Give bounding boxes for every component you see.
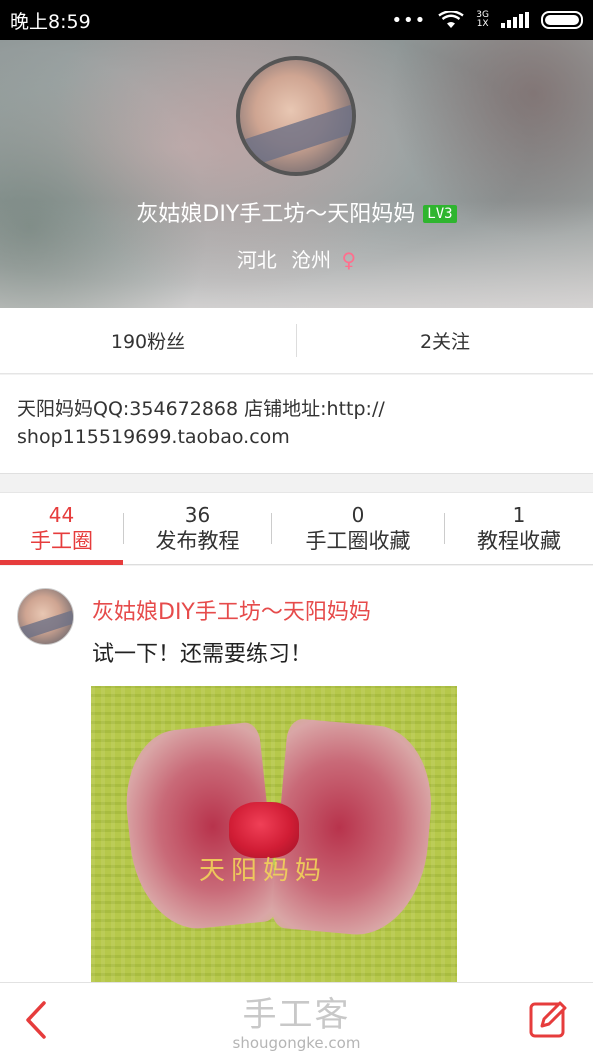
status-bar: 晚上8:59 ••• 3G 1X: [0, 0, 593, 40]
tab-label: 手工圈收藏: [305, 528, 411, 553]
profile-name: 灰姑娘DIY手工坊～天阳妈妈: [136, 202, 416, 227]
post-item[interactable]: 灰姑娘DIY手工坊～天阳妈妈 试一下！还需要练习！ 天阳妈妈: [0, 566, 593, 982]
bio-line-1: 天阳妈妈QQ:354672868 店铺地址:http://: [17, 398, 385, 420]
tab-label: 发布教程: [155, 528, 240, 553]
tab-count: 0: [351, 502, 365, 527]
profile-bio: 天阳妈妈QQ:354672868 店铺地址:http:// shop115519…: [0, 375, 593, 474]
network-1x-label: 1X: [476, 19, 489, 29]
more-dots-icon: •••: [391, 9, 427, 31]
following-count-button[interactable]: 2关注: [297, 308, 593, 373]
fans-count-button[interactable]: 190粉丝: [0, 308, 296, 373]
location-city: 沧州: [291, 248, 332, 272]
logo-english: shougongke.com: [232, 1034, 361, 1052]
profile-name-row: 灰姑娘DIY手工坊～天阳妈妈 LV3: [0, 196, 593, 228]
tab-count: 44: [48, 502, 75, 527]
female-icon: ♀: [341, 248, 357, 272]
location-province: 河北: [236, 248, 277, 272]
tab-count: 1: [512, 502, 526, 527]
post-author-avatar[interactable]: [17, 588, 74, 645]
network-type: 3G 1X: [476, 11, 489, 29]
bottom-bar: 手工客 shougongke.com: [0, 982, 593, 1054]
profile-location: 河北 沧州 ♀: [0, 244, 593, 273]
content-tabs: 44 手工圈 36 发布教程 0 手工圈收藏 1 教程收藏: [0, 492, 593, 565]
tab-label: 教程收藏: [477, 528, 561, 553]
post-image[interactable]: 天阳妈妈: [91, 686, 457, 982]
tab-count: 36: [184, 502, 211, 527]
post-author-name[interactable]: 灰姑娘DIY手工坊～天阳妈妈: [92, 594, 371, 626]
profile-banner: 灰姑娘DIY手工坊～天阳妈妈 LV3 河北 沧州 ♀: [0, 40, 593, 308]
edit-icon[interactable]: [528, 999, 568, 1039]
tab-label: 手工圈: [30, 528, 93, 553]
signal-icon: [501, 12, 529, 28]
profile-avatar[interactable]: [236, 56, 356, 176]
tab-tutorial-favorites[interactable]: 1 教程收藏: [445, 493, 593, 564]
wifi-icon: [438, 11, 464, 28]
image-watermark: 天阳妈妈: [199, 856, 328, 886]
app-logo: 手工客 shougongke.com: [0, 987, 593, 1052]
status-time: 晚上8:59: [10, 10, 91, 33]
logo-chinese: 手工客: [242, 995, 351, 1035]
battery-icon: [541, 11, 583, 29]
status-icons: ••• 3G 1X: [391, 10, 583, 31]
tab-handicraft-circle[interactable]: 44 手工圈: [0, 493, 123, 565]
post-text: 试一下！还需要练习！: [92, 642, 313, 667]
bio-line-2: shop115519699.taobao.com: [17, 426, 290, 448]
profile-stats: 190粉丝 2关注: [0, 308, 593, 374]
tab-published-tutorials[interactable]: 36 发布教程: [124, 493, 271, 564]
level-badge: LV3: [423, 205, 457, 223]
tab-circle-favorites[interactable]: 0 手工圈收藏: [272, 493, 444, 564]
